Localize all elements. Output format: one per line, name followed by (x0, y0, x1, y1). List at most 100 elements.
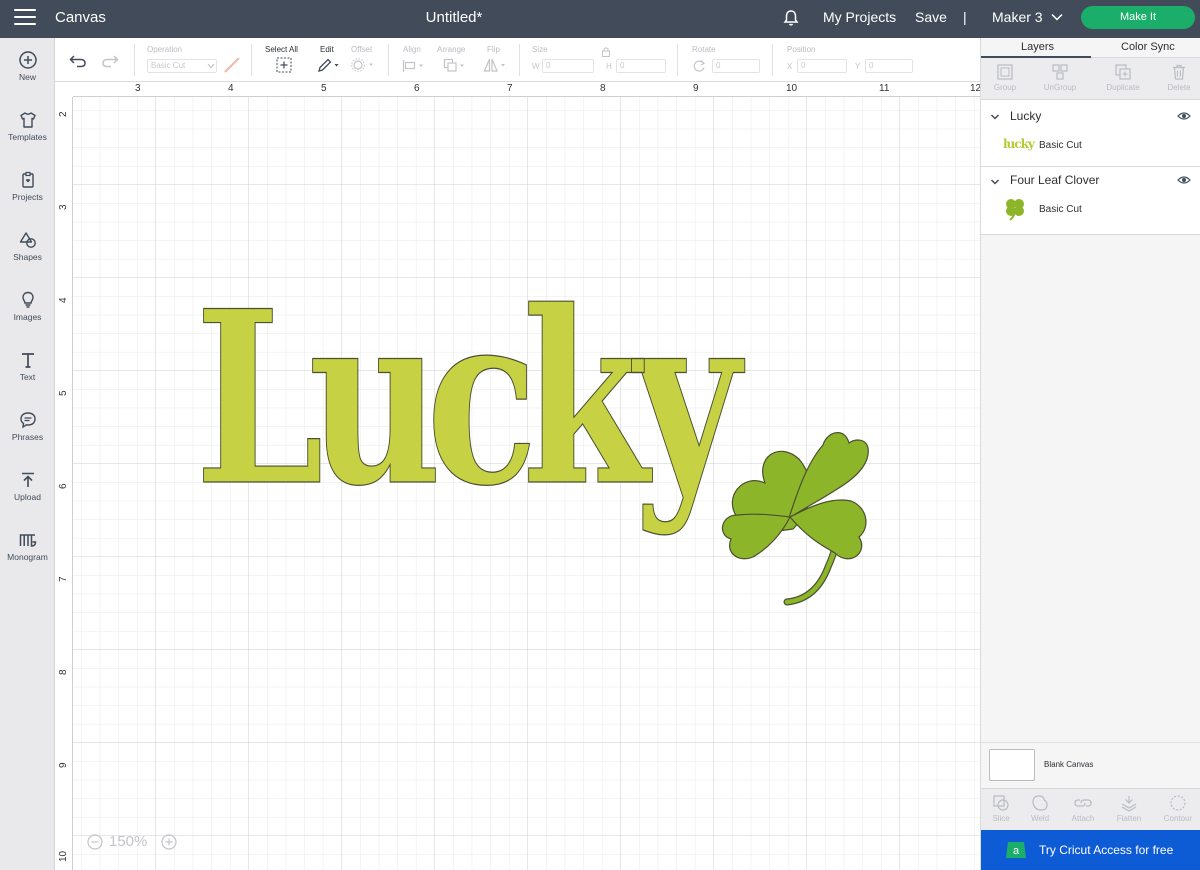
my-projects-link[interactable]: My Projects (823, 9, 896, 25)
panel-tabs: Layers Color Sync (981, 38, 1200, 58)
sidebar-item-label: Images (13, 312, 42, 322)
bell-icon[interactable] (781, 8, 801, 28)
flip-label: Flip (487, 45, 500, 54)
ruler-mark: 3 (135, 83, 141, 94)
pencil-icon[interactable] (317, 57, 341, 73)
sidebar-item-upload[interactable]: Upload (0, 460, 55, 516)
ruler-mark: 9 (58, 762, 69, 768)
lock-icon[interactable] (601, 46, 611, 57)
sidebar-item-new[interactable]: New (0, 40, 55, 96)
tab-color-sync[interactable]: Color Sync (1121, 41, 1175, 53)
lucky-text[interactable]: Lucky (194, 259, 765, 539)
arrange-icon[interactable] (443, 58, 469, 74)
layer-lucky[interactable]: Lucky lucky Basic Cut (981, 100, 1200, 167)
sidebar-item-projects[interactable]: Projects (0, 160, 55, 216)
sidebar-item-label: Upload (14, 492, 41, 502)
rotate-value: 0 (716, 61, 721, 70)
height-field[interactable]: 0 (616, 59, 666, 73)
ruler-mark: 12 (970, 83, 980, 94)
contour-button[interactable]: Contour (1156, 794, 1200, 823)
y-position-field[interactable]: 0 (865, 59, 913, 73)
top-bar: Canvas Untitled* My Projects Save | Make… (0, 0, 1200, 38)
rotate-icon[interactable] (692, 59, 706, 73)
select-all-icon[interactable] (276, 57, 292, 73)
sidebar-item-templates[interactable]: Templates (0, 100, 55, 156)
contour-label: Contour (1163, 814, 1193, 823)
attach-button[interactable]: Attach (1061, 794, 1105, 823)
undo-icon[interactable] (69, 54, 87, 68)
cricut-access-logo-icon: a (1006, 842, 1026, 858)
toolbar-separator (677, 44, 678, 76)
layer-operation: Basic Cut (1039, 204, 1082, 215)
sidebar-item-shapes[interactable]: Shapes (0, 220, 55, 276)
attach-icon (1074, 799, 1092, 807)
chevron-down-icon[interactable] (1050, 10, 1064, 24)
document-title[interactable]: Untitled* (0, 9, 908, 26)
redo-icon[interactable] (101, 54, 119, 68)
lucky-text-design[interactable]: Lucky (194, 259, 765, 539)
height-letter: H (606, 62, 612, 71)
sidebar-item-label: Templates (8, 132, 47, 142)
save-button[interactable]: Save (915, 9, 947, 25)
blank-canvas-row[interactable]: Blank Canvas (981, 742, 1200, 788)
ruler-mark: 7 (58, 576, 69, 582)
zoom-in-icon[interactable] (161, 834, 177, 850)
delete-button[interactable]: Delete (1157, 63, 1200, 92)
group-icon (997, 64, 1013, 80)
duplicate-icon (1115, 64, 1131, 80)
tab-layers[interactable]: Layers (1021, 41, 1054, 53)
sidebar-item-label: New (18, 72, 36, 82)
eye-icon[interactable] (1177, 111, 1191, 121)
layer-actions: Group UnGroup Duplicate Delete (981, 58, 1200, 100)
sidebar-item-label: Shapes (13, 252, 42, 262)
sidebar-item-monogram[interactable]: Monogram (0, 520, 55, 576)
machine-selector[interactable]: Maker 3 (992, 9, 1043, 25)
lucky-thumbnail: lucky (1003, 137, 1035, 151)
flatten-label: Flatten (1116, 814, 1142, 823)
sidebar-item-text[interactable]: Text (0, 340, 55, 396)
pen-color-icon[interactable] (223, 56, 241, 74)
plus-circle-icon (18, 51, 37, 69)
x-position-field[interactable]: 0 (797, 59, 847, 73)
sidebar-item-phrases[interactable]: Phrases (0, 400, 55, 456)
rotate-field[interactable]: 0 (712, 59, 760, 73)
ruler-mark: 3 (58, 204, 69, 210)
align-icon[interactable] (402, 59, 428, 73)
flatten-button[interactable]: Flatten (1107, 794, 1151, 823)
duplicate-button[interactable]: Duplicate (1101, 63, 1145, 92)
weld-icon (1032, 795, 1048, 811)
ruler-mark: 6 (414, 83, 420, 94)
ungroup-button[interactable]: UnGroup (1038, 63, 1082, 92)
access-badge-letter: a (1013, 845, 1020, 857)
contour-icon (1170, 795, 1186, 811)
chevron-down-icon[interactable] (990, 112, 1000, 122)
layer-four-leaf-clover[interactable]: Four Leaf Clover Basic Cut (981, 167, 1200, 235)
ruler-mark: 5 (321, 83, 327, 94)
sidebar-item-label: Projects (12, 192, 43, 202)
sidebar-item-images[interactable]: Images (0, 280, 55, 336)
x-value: 0 (801, 61, 806, 70)
ruler-mark: 9 (693, 83, 699, 94)
group-button[interactable]: Group (983, 63, 1027, 92)
make-it-button[interactable]: Make It (1081, 6, 1195, 29)
zoom-out-icon[interactable] (87, 834, 103, 850)
ungroup-icon (1052, 64, 1068, 80)
width-field[interactable]: 0 (542, 59, 594, 73)
clipboard-icon (21, 171, 34, 188)
height-value: 0 (620, 61, 625, 70)
weld-button[interactable]: Weld (1018, 794, 1062, 823)
canvas-grid[interactable]: Lucky (73, 97, 980, 870)
slice-button[interactable]: Slice (979, 794, 1023, 823)
ungroup-label: UnGroup (1043, 83, 1077, 92)
width-letter: W (532, 62, 540, 71)
chevron-down-icon[interactable] (990, 177, 1000, 187)
design-canvas[interactable]: Lucky 3 4 5 6 7 8 9 10 11 12 2 3 4 5 6 7… (55, 82, 980, 870)
cricut-access-banner[interactable]: a Try Cricut Access for free (981, 830, 1200, 870)
flip-icon[interactable] (483, 57, 509, 73)
x-letter: X (787, 62, 793, 71)
canvas-swatch[interactable] (989, 749, 1035, 781)
eye-icon[interactable] (1177, 175, 1191, 185)
offset-icon[interactable] (351, 58, 377, 72)
ruler-mark: 8 (600, 83, 606, 94)
trash-icon (1173, 64, 1185, 80)
